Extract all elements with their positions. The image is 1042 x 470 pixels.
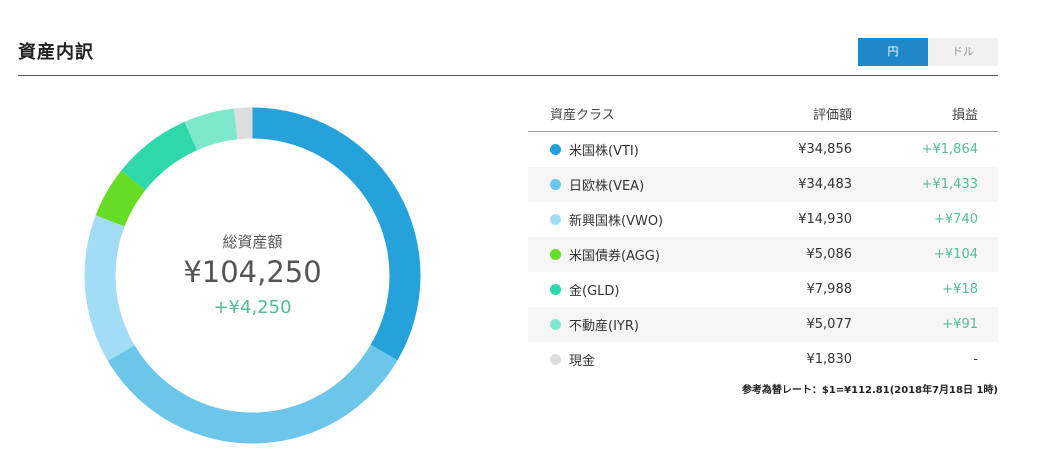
asset-name: 米国株(VTI) [569, 144, 639, 159]
color-dot-icon [550, 319, 561, 330]
asset-name: 金(GLD) [569, 284, 620, 299]
asset-name-cell: 米国株(VTI) [528, 140, 758, 159]
asset-profit: +¥104 [934, 247, 978, 262]
color-dot-icon [550, 284, 561, 295]
total-assets-label: 総資産額 [222, 233, 283, 251]
table-header: 資産クラス 評価額 損益 [528, 96, 998, 132]
asset-name-cell: 現金 [528, 350, 758, 369]
color-dot-icon [550, 249, 561, 260]
asset-name-cell: 不動産(IYR) [528, 315, 758, 334]
asset-name: 日欧株(VEA) [569, 179, 645, 194]
table-row: 米国債券(AGG) ¥5,086 +¥104 [528, 237, 998, 272]
table-row: 不動産(IYR) ¥5,077 +¥91 [528, 307, 998, 342]
asset-name-cell: 金(GLD) [528, 280, 758, 299]
currency-toggle: 円 ドル [858, 38, 998, 66]
asset-table: 資産クラス 評価額 損益 米国株(VTI) ¥34,856 +¥1,864 日欧株(V… [528, 96, 998, 377]
table-row: 新興国株(VWO) ¥14,930 +¥740 [528, 202, 998, 237]
color-dot-icon [550, 354, 561, 365]
donut-center: 総資産額 ¥104,250 +¥4,250 [80, 103, 425, 448]
header-valuation: 評価額 [812, 108, 852, 123]
page-title: 資産内訳 [18, 42, 94, 63]
color-dot-icon [550, 144, 561, 155]
title-divider [18, 75, 998, 76]
asset-profit: +¥1,864 [921, 142, 978, 157]
asset-profit: +¥1,433 [921, 177, 978, 192]
table-row: 米国株(VTI) ¥34,856 +¥1,864 [528, 132, 998, 167]
dollar-toggle-button[interactable]: ドル [928, 38, 998, 66]
asset-donut-chart: 総資産額 ¥104,250 +¥4,250 [80, 103, 425, 448]
total-assets-value: ¥104,250 [183, 255, 322, 289]
asset-name: 米国債券(AGG) [569, 249, 660, 264]
asset-name: 現金 [569, 354, 596, 369]
asset-valuation: ¥1,830 [806, 352, 853, 367]
asset-valuation: ¥7,988 [806, 282, 853, 297]
header-asset-class: 資産クラス [550, 108, 615, 123]
asset-name: 不動産(IYR) [569, 319, 639, 334]
table-row: 日欧株(VEA) ¥34,483 +¥1,433 [528, 167, 998, 202]
table-row: 金(GLD) ¥7,988 +¥18 [528, 272, 998, 307]
asset-name-cell: 新興国株(VWO) [528, 210, 758, 229]
asset-profit: +¥91 [942, 317, 978, 332]
exchange-rate-note: 参考為替レート：$1=¥112.81(2018年7月18日 1時) [741, 385, 998, 396]
asset-valuation: ¥34,483 [798, 177, 852, 192]
asset-valuation: ¥14,930 [798, 212, 852, 227]
asset-profit: +¥18 [942, 282, 978, 297]
color-dot-icon [550, 179, 561, 190]
asset-name: 新興国株(VWO) [569, 214, 664, 229]
asset-profit: +¥740 [934, 212, 978, 227]
table-row: 現金 ¥1,830 - [528, 342, 998, 377]
asset-valuation: ¥5,077 [806, 317, 853, 332]
color-dot-icon [550, 214, 561, 225]
asset-profit: - [973, 352, 978, 367]
asset-valuation: ¥34,856 [798, 142, 852, 157]
table-body: 米国株(VTI) ¥34,856 +¥1,864 日欧株(VEA) ¥34,483 +¥1… [528, 132, 998, 377]
total-gain-value: +¥4,250 [213, 297, 292, 318]
header-profit: 損益 [951, 108, 978, 123]
asset-name-cell: 米国債券(AGG) [528, 245, 758, 264]
asset-valuation: ¥5,086 [806, 247, 853, 262]
yen-toggle-button[interactable]: 円 [858, 38, 928, 66]
asset-name-cell: 日欧株(VEA) [528, 175, 758, 194]
